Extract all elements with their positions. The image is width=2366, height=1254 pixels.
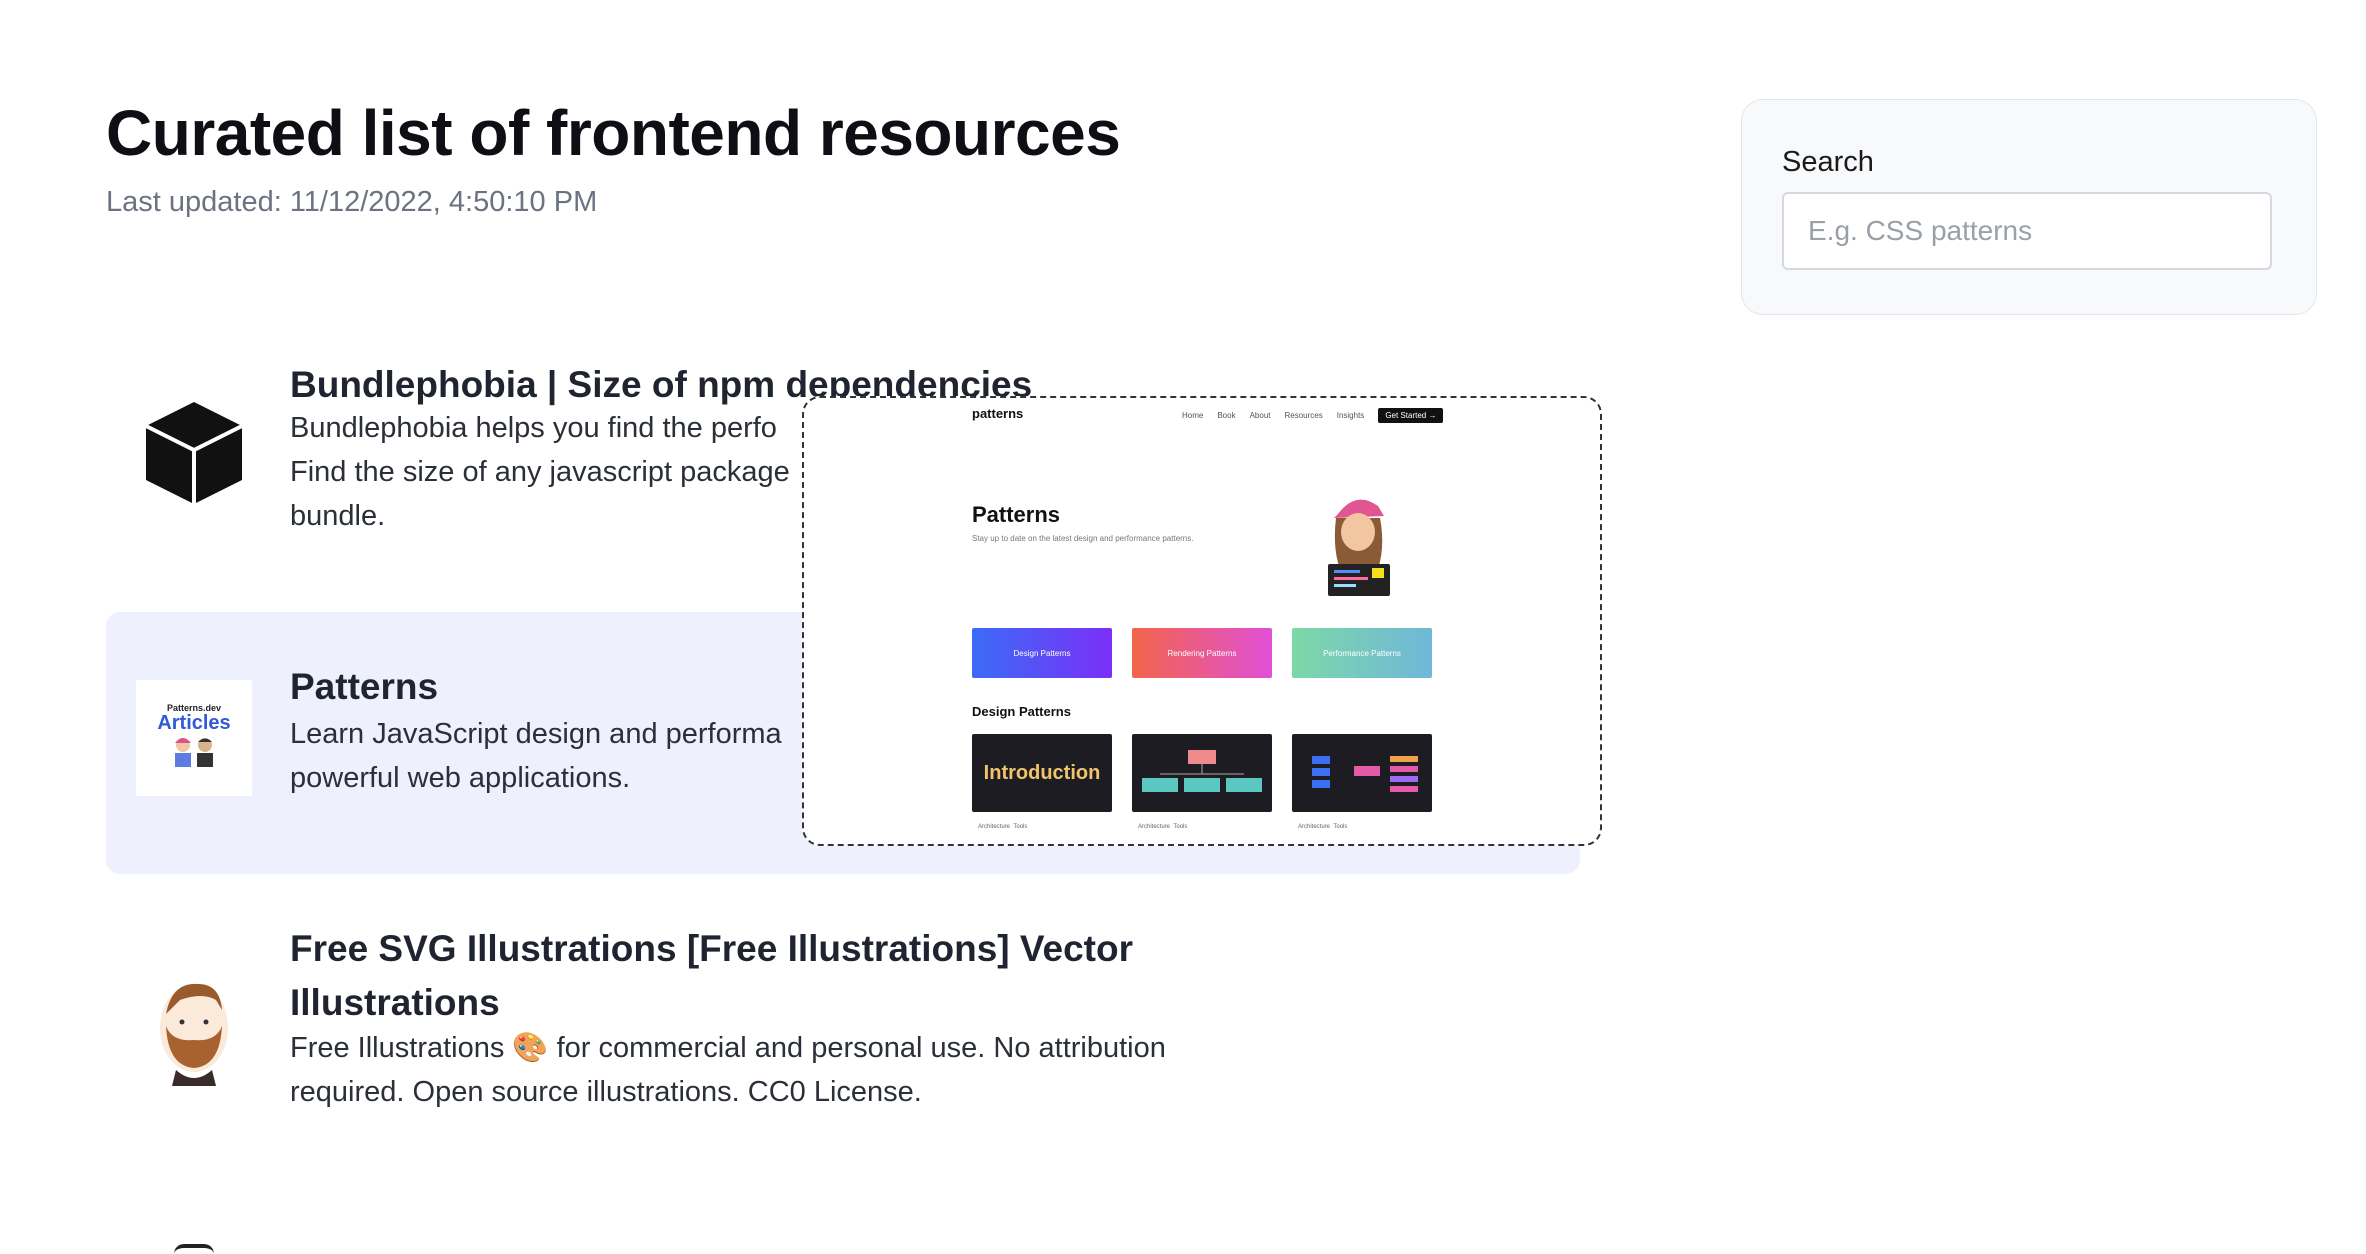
search-label: Search	[1782, 146, 1874, 178]
preview-logo: patterns	[972, 406, 1024, 421]
patterns-articles-thumbnail: Patterns.dev Articles	[136, 680, 252, 796]
cube-icon	[136, 394, 252, 510]
partial-item-icon	[174, 1244, 214, 1254]
preview-card-meta: Architecture Tools	[978, 824, 1028, 830]
resource-description: Free Illustrations 🎨 for commercial and …	[290, 1032, 1166, 1108]
resource-description: Learn JavaScript design and performa pow…	[290, 718, 782, 794]
preview-hero-illustration	[1328, 499, 1390, 596]
preview-section-title: Design Patterns	[972, 704, 1071, 719]
resource-title[interactable]: Patterns	[290, 660, 438, 714]
preview-get-started-button: Get Started →	[1378, 408, 1444, 423]
preview-card-introduction: Introduction	[972, 734, 1112, 812]
preview-card-meta: Architecture Tools	[1138, 824, 1188, 830]
preview-card-diagram	[1132, 734, 1272, 812]
last-updated: Last updated: 11/12/2022, 4:50:10 PM	[106, 186, 598, 218]
link-preview-popup: patterns Home Book About Resources Insig…	[802, 396, 1602, 846]
bearded-man-avatar-icon	[136, 970, 252, 1086]
preview-subheading: Stay up to date on the latest design and…	[972, 534, 1194, 543]
preview-card-meta: Architecture Tools	[1298, 824, 1348, 830]
preview-nav: Home Book About Resources Insights Get S…	[1182, 408, 1444, 423]
search-input[interactable]	[1782, 192, 2272, 270]
search-card: Search	[1741, 99, 2317, 315]
page-title: Curated list of frontend resources	[106, 97, 1121, 169]
preview-design-patterns-button: Design Patterns	[972, 628, 1112, 678]
resource-description: Bundlephobia helps you find the perfo Fi…	[290, 412, 790, 532]
preview-heading: Patterns	[972, 502, 1061, 527]
preview-performance-patterns-button: Performance Patterns	[1292, 628, 1432, 678]
resource-item-free-svg-illustrations[interactable]: Free SVG Illustrations [Free Illustratio…	[106, 910, 1580, 1150]
preview-card-blocks	[1292, 734, 1432, 812]
resource-title[interactable]: Free SVG Illustrations [Free Illustratio…	[290, 922, 1133, 1030]
preview-rendering-patterns-button: Rendering Patterns	[1132, 628, 1272, 678]
